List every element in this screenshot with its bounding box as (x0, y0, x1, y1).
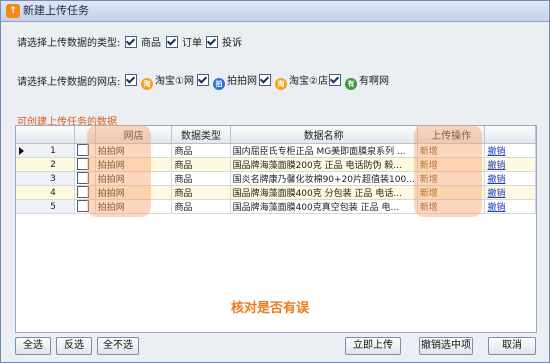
table-row[interactable]: 3 拍拍网 商品 国炎名牌康乃馨化妆棉90+20片超值装100... 新增 撤销 (16, 171, 536, 186)
title-bar: ↑ 新建上传任务 (1, 1, 549, 22)
current-row-arrow-icon (19, 147, 24, 155)
type-option-orders[interactable]: 订单 (166, 34, 202, 49)
checkbox[interactable] (259, 74, 271, 86)
window-title: 新建上传任务 (23, 4, 89, 17)
row-number: 4 (16, 185, 75, 200)
name-cell: 国品牌海藻面膜400克 分包装 正品 电话... (230, 185, 418, 200)
column-header-link (484, 126, 536, 144)
upload-app-icon: ↑ (6, 4, 20, 18)
type-cell: 商品 (171, 171, 231, 186)
store-option-paipai[interactable]: 拍拍拍网 (197, 72, 257, 90)
youa-icon: 有 (345, 78, 357, 90)
action-cell: 新增 (417, 143, 486, 158)
checkbox[interactable] (76, 144, 89, 156)
new-upload-task-dialog: ↑ 新建上传任务 请选择上传数据的类型: 商品 订单 投诉 请选择上传数据的网店… (0, 0, 550, 363)
checkbox[interactable] (329, 74, 341, 86)
table-row[interactable]: 5 拍拍网 商品 国品牌海藻面膜400克真空包装 正品 电... 新增 撤销 (16, 199, 536, 214)
type-option-goods[interactable]: 商品 (125, 34, 161, 49)
type-option-complaints[interactable]: 投诉 (206, 34, 242, 49)
checkbox[interactable] (166, 36, 178, 48)
column-header-store[interactable]: 网店 (95, 126, 173, 144)
store-cell: 拍拍网 (95, 185, 173, 200)
row-number: 5 (16, 199, 75, 214)
name-cell: 国炎名牌康乃馨化妆棉90+20片超值装100... (230, 171, 418, 186)
store-cell: 拍拍网 (95, 143, 173, 158)
row-number: 3 (16, 171, 75, 186)
checkbox[interactable] (76, 186, 89, 198)
table-row[interactable]: 4 拍拍网 商品 国品牌海藻面膜400克 分包装 正品 电话... 新增 撤销 (16, 185, 536, 200)
column-header-action[interactable]: 上传操作 (417, 126, 486, 144)
cancel-selected-button[interactable]: 撤销选中项 (419, 337, 473, 355)
row-select-cell[interactable] (74, 157, 96, 172)
invert-selection-button[interactable]: 反选 (56, 337, 92, 355)
select-column-header (74, 126, 96, 144)
checkbox[interactable] (76, 158, 89, 170)
table-row[interactable]: 1 拍拍网 商品 国内屈臣氏专柜正品 MG美即面膜泉系列 ... 新增 撤销 (16, 143, 536, 158)
revoke-link[interactable]: 撤销 (484, 157, 536, 172)
revoke-link[interactable]: 撤销 (484, 143, 536, 158)
checkbox[interactable] (125, 36, 137, 48)
revoke-link[interactable]: 撤销 (484, 185, 536, 200)
checkbox[interactable] (76, 172, 89, 184)
checkbox[interactable] (76, 200, 89, 212)
row-number: 1 (16, 143, 75, 158)
select-all-button[interactable]: 全选 (15, 337, 51, 355)
data-table: 网店 数据类型 数据名称 上传操作 1 拍拍网 商品 国内屈臣氏专柜正品 MG美… (16, 126, 536, 214)
column-header-type[interactable]: 数据类型 (171, 126, 231, 144)
type-cell: 商品 (171, 199, 231, 214)
store-label: 请选择上传数据的网店: (17, 77, 121, 88)
store-cell: 拍拍网 (95, 199, 173, 214)
store-cell: 拍拍网 (95, 157, 173, 172)
checkbox[interactable] (206, 36, 218, 48)
row-select-cell[interactable] (74, 199, 96, 214)
row-select-cell[interactable] (74, 185, 96, 200)
upload-now-button[interactable]: 立即上传 (345, 337, 401, 355)
action-cell: 新增 (417, 171, 486, 186)
column-header-name[interactable]: 数据名称 (230, 126, 418, 144)
action-cell: 新增 (417, 185, 486, 200)
checkbox[interactable] (125, 74, 137, 86)
type-cell: 商品 (171, 143, 231, 158)
row-header-corner (16, 126, 75, 144)
type-cell: 商品 (171, 185, 231, 200)
type-label: 请选择上传数据的类型: (17, 38, 121, 49)
name-cell: 国内屈臣氏专柜正品 MG美即面膜泉系列 ... (230, 143, 418, 158)
type-cell: 商品 (171, 157, 231, 172)
revoke-link[interactable]: 撤销 (484, 171, 536, 186)
action-cell: 新增 (417, 199, 486, 214)
store-option-youa[interactable]: 有有啊网 (329, 72, 389, 90)
taobao-icon: 淘 (141, 78, 153, 90)
checkbox[interactable] (197, 74, 209, 86)
row-number: 2 (16, 157, 75, 172)
select-none-button[interactable]: 全不选 (97, 337, 139, 355)
action-cell: 新增 (417, 157, 486, 172)
row-select-cell[interactable] (74, 143, 96, 158)
store-cell: 拍拍网 (95, 171, 173, 186)
store-option-taobao1[interactable]: 淘淘宝①网 (125, 72, 194, 90)
revoke-link[interactable]: 撤销 (484, 199, 536, 214)
verify-annotation: 核对是否有误 (231, 301, 310, 316)
taobao-icon: 淘 (275, 78, 287, 90)
store-option-taobao2[interactable]: 淘淘宝②店 (259, 72, 328, 90)
row-select-cell[interactable] (74, 171, 96, 186)
cancel-button[interactable]: 取消 (488, 337, 536, 355)
table-row[interactable]: 2 拍拍网 商品 国品牌海藻面膜200克 正品 电话防伪 毅... 新增 撤销 (16, 157, 536, 172)
name-cell: 国品牌海藻面膜400克真空包装 正品 电... (230, 199, 418, 214)
paipai-icon: 拍 (213, 78, 225, 90)
name-cell: 国品牌海藻面膜200克 正品 电话防伪 毅... (230, 157, 418, 172)
